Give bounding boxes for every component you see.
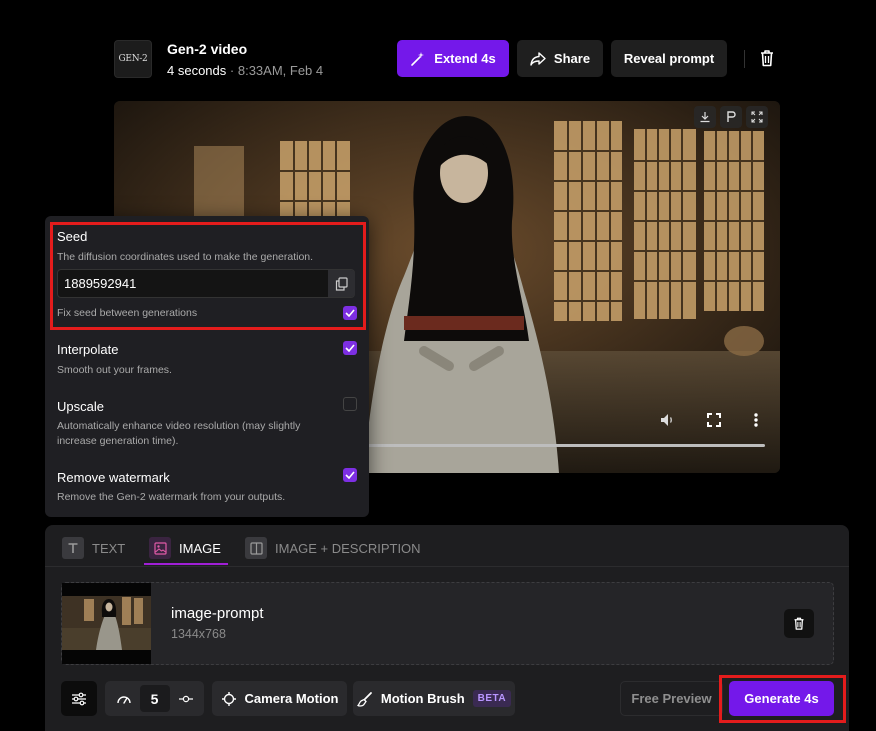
image-description-icon (245, 537, 267, 559)
tab-divider (45, 566, 849, 567)
share-label: Share (553, 51, 591, 66)
video-thumbnail-logo: GEN-2 (114, 40, 152, 78)
extend-label: Extend 4s (434, 51, 496, 66)
remove-image-button[interactable] (784, 609, 814, 638)
share-icon (530, 51, 546, 66)
tab-image-description[interactable]: IMAGE + DESCRIPTION (245, 537, 421, 559)
interpolate-checkbox[interactable] (343, 341, 357, 355)
fullscreen-icon[interactable] (707, 413, 721, 427)
fix-seed-label: Fix seed between generations (57, 307, 198, 319)
expand-button[interactable] (746, 106, 768, 128)
copy-seed-button[interactable] (328, 270, 355, 297)
magic-wand-icon (410, 51, 426, 67)
trash-icon (792, 616, 806, 631)
more-options-icon[interactable] (754, 413, 758, 427)
remove-watermark-description: Remove the Gen-2 watermark from your out… (57, 491, 286, 503)
reveal-prompt-label: Reveal prompt (623, 51, 715, 66)
sliders-icon (71, 692, 87, 706)
beta-badge: BETA (472, 690, 512, 707)
tab-image-label: IMAGE (179, 540, 221, 556)
motion-brush-button[interactable]: Motion Brush BETA (353, 681, 515, 716)
slider-icon (178, 694, 194, 704)
video-timestamp: 8:33AM, Feb 4 (237, 63, 324, 78)
brush-icon (356, 691, 373, 707)
upscale-description-line1: Automatically enhance video resolution (… (57, 420, 301, 432)
share-button[interactable]: Share (517, 40, 603, 77)
upscale-label: Upscale (57, 399, 104, 414)
image-prompt-size: 1344x768 (171, 627, 226, 641)
image-icon (149, 537, 171, 559)
meta-separator: · (229, 63, 235, 78)
download-icon (699, 111, 711, 123)
motion-amount-control[interactable]: 5 (105, 681, 204, 716)
speedometer-icon (116, 693, 132, 705)
interpolate-description: Smooth out your frames. (57, 364, 172, 376)
upscale-description-line2: increase generation time). (57, 435, 179, 447)
tab-text-label: TEXT (92, 540, 126, 556)
fix-seed-checkbox[interactable] (343, 306, 357, 320)
tab-text[interactable]: TEXT (62, 537, 125, 559)
trash-icon (758, 48, 776, 68)
video-title: Gen-2 video (167, 41, 248, 57)
video-meta: 4 seconds · 8:33AM, Feb 4 (167, 63, 323, 78)
remove-watermark-label: Remove watermark (57, 470, 170, 485)
camera-motion-icon (221, 691, 237, 707)
expand-icon (751, 111, 763, 123)
copy-icon (335, 276, 348, 291)
pin-icon (725, 111, 737, 123)
delete-video-button[interactable] (758, 48, 776, 68)
header-divider (744, 50, 745, 68)
free-preview-label: Free Preview (631, 691, 712, 706)
checkmark-icon (345, 471, 355, 479)
motion-brush-label: Motion Brush (380, 691, 465, 706)
checkmark-icon (345, 309, 355, 317)
seed-value[interactable]: 1889592941 (64, 276, 136, 291)
image-prompt-thumbnail (62, 583, 151, 664)
active-tab-indicator (144, 563, 228, 565)
pin-button[interactable] (720, 106, 742, 128)
tab-image[interactable]: IMAGE (149, 537, 221, 559)
generate-button[interactable]: Generate 4s (729, 681, 834, 716)
camera-motion-button[interactable]: Camera Motion (212, 681, 347, 716)
image-prompt-card[interactable] (61, 582, 834, 665)
extend-button[interactable]: Extend 4s (397, 40, 509, 77)
download-button[interactable] (694, 106, 716, 128)
camera-motion-label: Camera Motion (244, 691, 339, 706)
seed-label: Seed (57, 229, 88, 244)
motion-value[interactable]: 5 (139, 685, 170, 712)
tab-image-description-label: IMAGE + DESCRIPTION (275, 540, 421, 556)
video-progress-bar[interactable] (362, 444, 765, 447)
remove-watermark-checkbox[interactable] (343, 468, 357, 482)
checkmark-icon (345, 344, 355, 352)
seed-description: The diffusion coordinates used to make t… (57, 251, 314, 263)
video-duration: 4 seconds (167, 63, 227, 78)
upscale-checkbox[interactable] (343, 397, 357, 411)
reveal-prompt-button[interactable]: Reveal prompt (611, 40, 727, 77)
settings-button[interactable] (61, 681, 97, 716)
free-preview-button[interactable]: Free Preview (620, 681, 723, 716)
text-icon (62, 537, 84, 559)
image-prompt-name: image-prompt (171, 605, 264, 622)
volume-icon[interactable] (660, 413, 676, 427)
generate-label: Generate 4s (744, 691, 819, 706)
interpolate-label: Interpolate (57, 342, 119, 357)
